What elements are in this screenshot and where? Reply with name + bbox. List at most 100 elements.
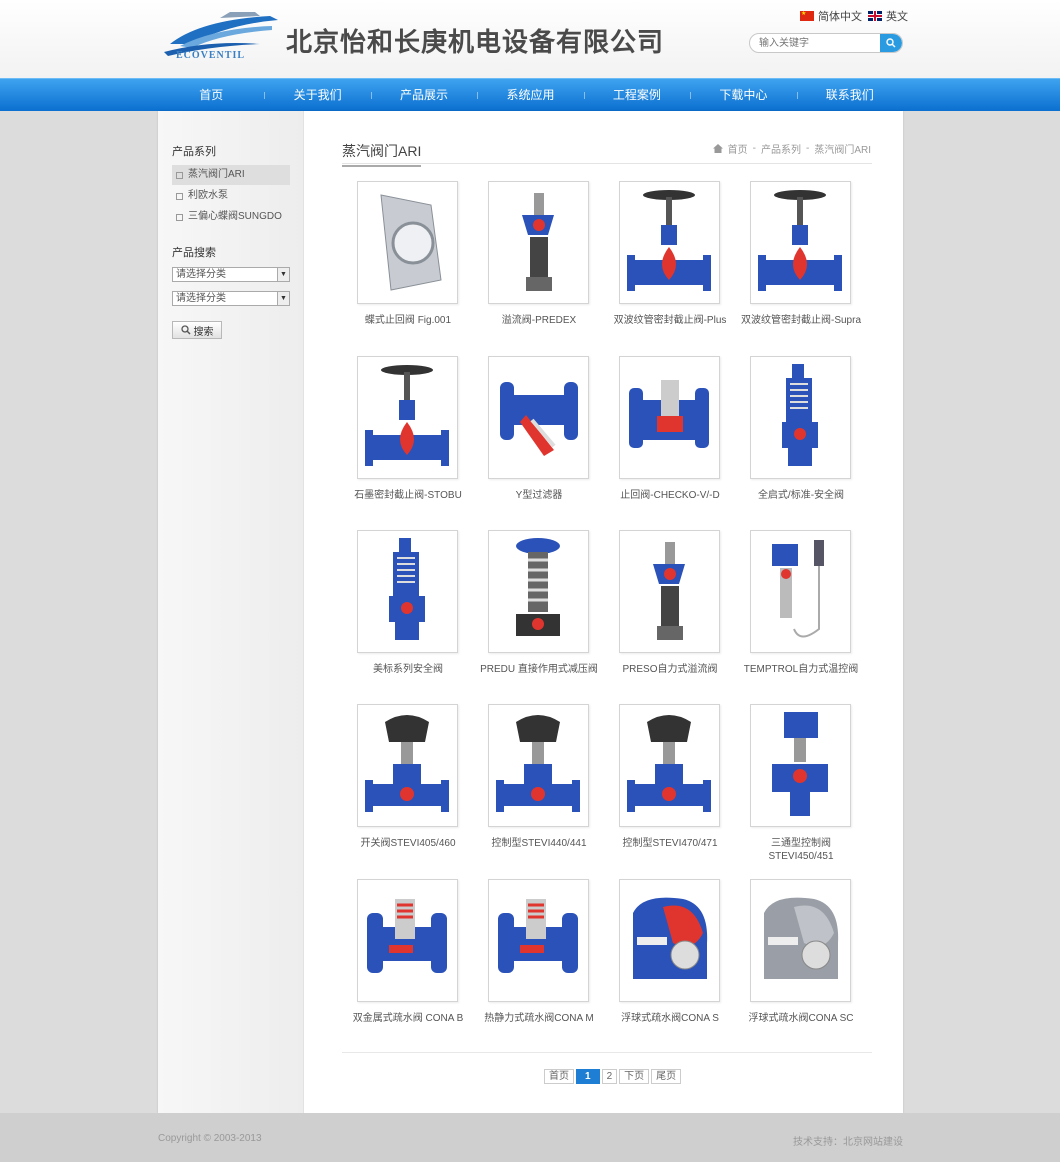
page-current[interactable]: 1 bbox=[576, 1069, 600, 1084]
category-select-1[interactable]: 请选择分类 ▼ bbox=[172, 267, 290, 282]
nav-contact[interactable]: 联系我们 bbox=[796, 79, 903, 111]
product-thumbnail[interactable] bbox=[357, 181, 458, 304]
product-name[interactable]: TEMPTROL自力式温控阀 bbox=[741, 663, 861, 676]
tech-support-link[interactable]: 技术支持：北京网站建设 bbox=[793, 1133, 903, 1148]
product-name[interactable]: 溢流阀-PREDEX bbox=[479, 314, 599, 327]
series-menu: 蒸汽阀门ARI 利欧水泵 三偏心蝶阀SUNGDO bbox=[172, 165, 290, 228]
breadcrumb-series[interactable]: 产品系列 bbox=[761, 141, 801, 156]
product-thumbnail[interactable] bbox=[750, 530, 851, 653]
product-item[interactable]: TEMPTROL自力式温控阀 bbox=[744, 530, 858, 676]
product-name[interactable]: PREDU 直接作用式减压阀 bbox=[479, 663, 599, 676]
product-thumbnail[interactable] bbox=[619, 530, 720, 653]
home-icon bbox=[712, 144, 723, 153]
lang-chinese-link[interactable]: 简体中文 bbox=[800, 8, 862, 24]
nav-applications[interactable]: 系统应用 bbox=[477, 79, 583, 111]
product-name[interactable]: 双波纹管密封截止阀-Plus bbox=[610, 314, 730, 327]
nav-cases[interactable]: 工程案例 bbox=[583, 79, 690, 111]
product-thumbnail[interactable] bbox=[488, 356, 589, 479]
product-name[interactable]: PRESO自力式溢流阀 bbox=[610, 663, 730, 676]
product-item[interactable]: PREDU 直接作用式减压阀 bbox=[480, 530, 598, 676]
breadcrumb-separator: - bbox=[752, 143, 756, 154]
search-button[interactable] bbox=[880, 34, 902, 52]
nav-downloads[interactable]: 下载中心 bbox=[690, 79, 796, 111]
product-item[interactable]: 美标系列安全阀 bbox=[357, 530, 459, 676]
header-search bbox=[749, 33, 903, 53]
product-thumbnail[interactable] bbox=[488, 530, 589, 653]
product-name[interactable]: 开关阀STEVI405/460 bbox=[348, 837, 468, 850]
sidebar-item-leo[interactable]: 利欧水泵 bbox=[172, 186, 290, 206]
product-thumbnail[interactable] bbox=[357, 704, 458, 827]
product-thumbnail[interactable] bbox=[619, 879, 720, 1002]
product-item[interactable]: 控制型STEVI470/471 bbox=[619, 704, 721, 850]
product-thumbnail[interactable] bbox=[750, 704, 851, 827]
breadcrumb-home[interactable]: 首页 bbox=[728, 141, 748, 156]
steam-trap-icon bbox=[498, 899, 578, 973]
product-name[interactable]: 控制型STEVI440/441 bbox=[479, 837, 599, 850]
product-name[interactable]: Y型过滤器 bbox=[479, 489, 599, 502]
product-item[interactable]: 溢流阀-PREDEX bbox=[488, 181, 590, 327]
product-item[interactable]: 止回阀-CHECKO-V/-D bbox=[619, 356, 721, 502]
product-thumbnail[interactable] bbox=[619, 356, 720, 479]
strainer-icon bbox=[500, 382, 578, 456]
product-thumbnail[interactable] bbox=[750, 181, 851, 304]
product-thumbnail[interactable] bbox=[357, 879, 458, 1002]
product-name[interactable]: 浮球式疏水阀CONA S bbox=[610, 1012, 730, 1025]
sidebar-search-button[interactable]: 搜索 bbox=[172, 321, 222, 339]
product-item[interactable]: 热静力式疏水阀CONA M bbox=[484, 879, 594, 1025]
product-name[interactable]: 全启式/标准-安全阀 bbox=[741, 489, 861, 502]
product-name[interactable]: 蝶式止回阀 Fig.001 bbox=[348, 314, 468, 327]
product-item[interactable]: PRESO自力式溢流阀 bbox=[619, 530, 721, 676]
product-item[interactable]: 石墨密封截止阀-STOBU bbox=[354, 356, 462, 502]
product-item[interactable]: 双波纹管密封截止阀-Plus bbox=[614, 181, 726, 327]
product-item[interactable]: 控制型STEVI440/441 bbox=[488, 704, 590, 850]
nav-home[interactable]: 首页 bbox=[158, 79, 264, 111]
product-name[interactable]: 双金属式疏水阀 CONA B bbox=[348, 1012, 468, 1025]
product-name[interactable]: 美标系列安全阀 bbox=[348, 663, 468, 676]
page-2[interactable]: 2 bbox=[601, 1069, 618, 1084]
safety-valve-icon bbox=[782, 364, 818, 466]
product-name[interactable]: 控制型STEVI470/471 bbox=[610, 837, 730, 850]
product-thumbnail[interactable] bbox=[750, 879, 851, 1002]
lang-english-label: 英文 bbox=[886, 11, 908, 23]
product-item[interactable]: 蝶式止回阀 Fig.001 bbox=[357, 181, 459, 327]
product-thumbnail[interactable] bbox=[488, 879, 589, 1002]
uk-flag-icon bbox=[868, 11, 882, 21]
product-name[interactable]: 止回阀-CHECKO-V/-D bbox=[610, 489, 730, 502]
product-item[interactable]: 双金属式疏水阀 CONA B bbox=[353, 879, 463, 1025]
product-thumbnail[interactable] bbox=[619, 704, 720, 827]
product-name[interactable]: 石墨密封截止阀-STOBU bbox=[348, 489, 468, 502]
product-name[interactable]: 热静力式疏水阀CONA M bbox=[479, 1012, 599, 1025]
product-item[interactable]: 浮球式疏水阀CONA S bbox=[619, 879, 721, 1025]
float-trap-icon bbox=[633, 897, 708, 979]
actuated-valve-icon bbox=[627, 715, 711, 812]
product-thumbnail[interactable] bbox=[750, 356, 851, 479]
sidebar-item-sungdo[interactable]: 三偏心蝶阀SUNGDO bbox=[172, 207, 290, 227]
category-select-2[interactable]: 请选择分类 ▼ bbox=[172, 291, 290, 306]
product-thumbnail[interactable] bbox=[488, 704, 589, 827]
page-next[interactable]: 下页 bbox=[619, 1069, 650, 1084]
product-item[interactable]: 开关阀STEVI405/460 bbox=[357, 704, 459, 850]
nav-about[interactable]: 关于我们 bbox=[264, 79, 370, 111]
page-last[interactable]: 尾页 bbox=[651, 1069, 682, 1084]
product-thumbnail[interactable] bbox=[619, 181, 720, 304]
product-item[interactable]: 浮球式疏水阀CONA SC bbox=[748, 879, 854, 1025]
pagination: 首页 1 2 下页 尾页 bbox=[544, 1069, 682, 1084]
product-thumbnail[interactable] bbox=[357, 530, 458, 653]
page-first[interactable]: 首页 bbox=[544, 1069, 574, 1084]
product-item[interactable]: Y型过滤器 bbox=[488, 356, 590, 502]
sidebar-item-ari[interactable]: 蒸汽阀门ARI bbox=[172, 165, 290, 185]
magnifier-icon bbox=[180, 325, 191, 335]
product-name[interactable]: 三通型控制阀STEVI450/451 bbox=[741, 837, 861, 863]
lang-english-link[interactable]: 英文 bbox=[868, 8, 908, 24]
product-thumbnail[interactable] bbox=[488, 181, 589, 304]
nav-products[interactable]: 产品展示 bbox=[370, 79, 477, 111]
product-item[interactable]: 三通型控制阀STEVI450/451 bbox=[750, 704, 852, 863]
product-item[interactable]: 双波纹管密封截止阀-Supra bbox=[741, 181, 861, 327]
product-name[interactable]: 浮球式疏水阀CONA SC bbox=[741, 1012, 861, 1025]
search-input[interactable] bbox=[750, 34, 878, 52]
actuated-valve-icon bbox=[365, 715, 449, 812]
product-thumbnail[interactable] bbox=[357, 356, 458, 479]
company-name[interactable]: 北京怡和长庚机电设备有限公司 bbox=[286, 22, 664, 59]
product-name[interactable]: 双波纹管密封截止阀-Supra bbox=[741, 314, 861, 327]
product-item[interactable]: 全启式/标准-安全阀 bbox=[750, 356, 852, 502]
